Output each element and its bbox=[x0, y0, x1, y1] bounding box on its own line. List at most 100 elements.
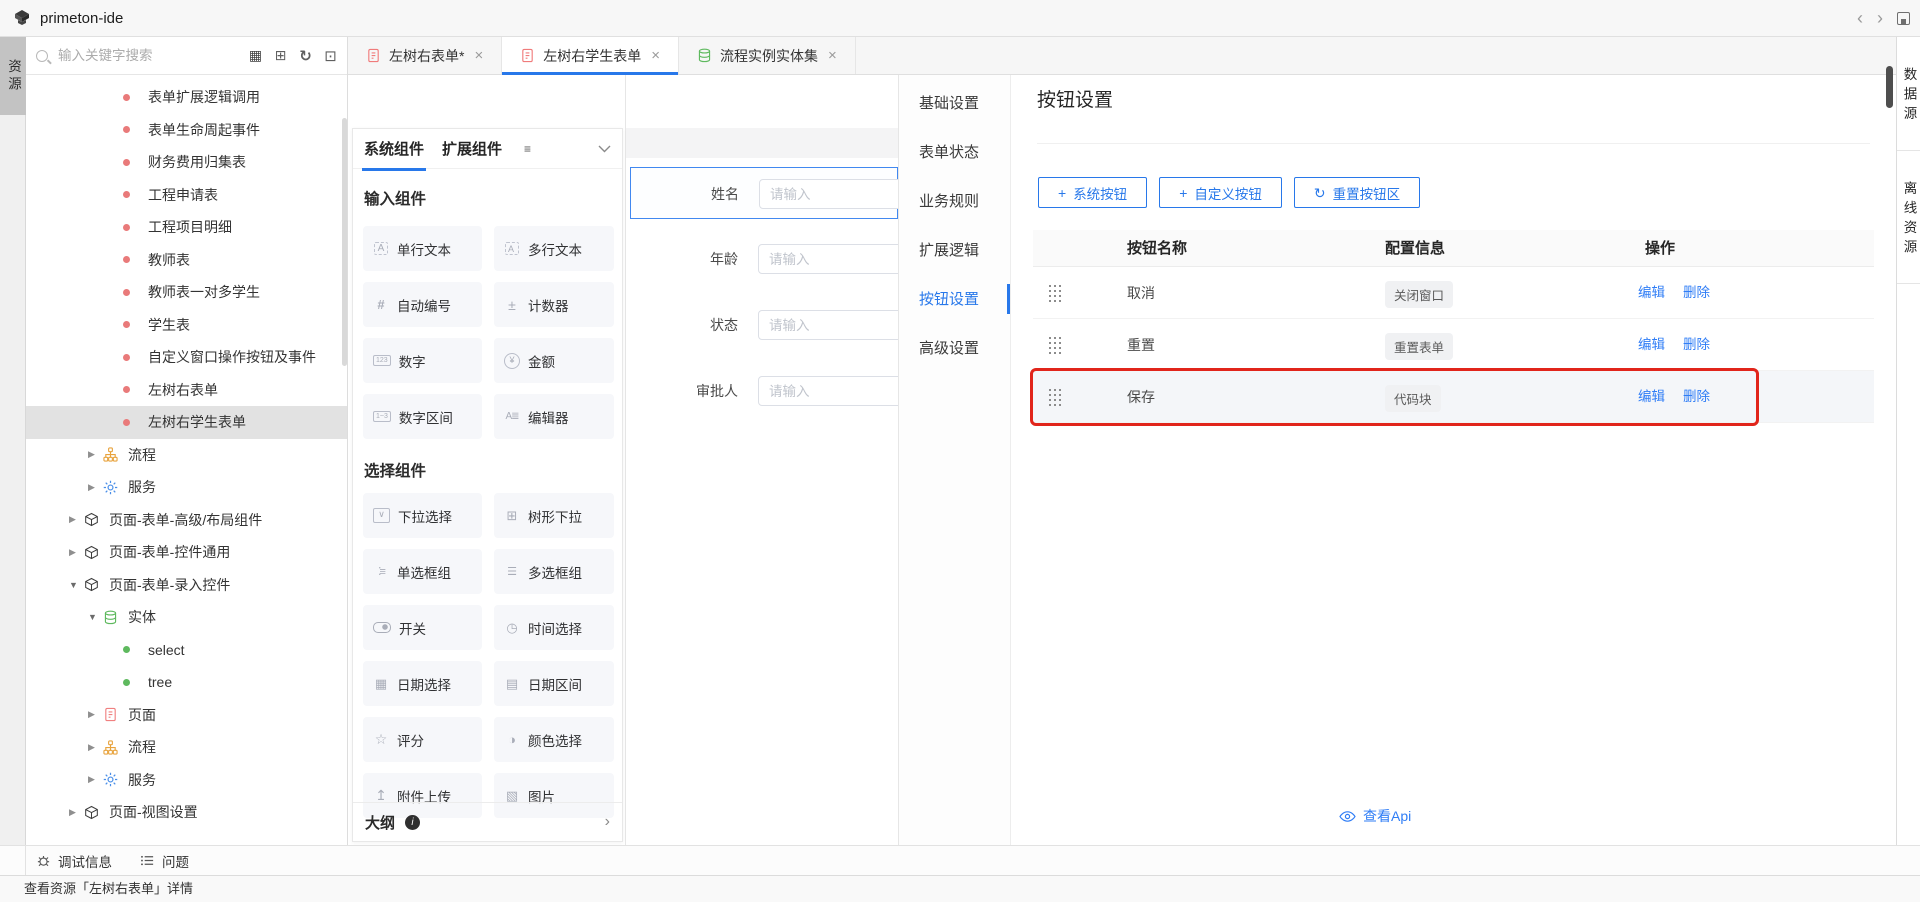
palette-component[interactable]: 下拉选择 bbox=[363, 493, 482, 538]
tree-item[interactable]: 流程 bbox=[26, 731, 347, 764]
palette-component[interactable]: 单选框组 bbox=[363, 549, 482, 594]
edit-link[interactable]: 编辑 bbox=[1638, 371, 1665, 423]
palette-component[interactable]: 数字 bbox=[363, 338, 482, 383]
close-tab-icon[interactable]: × bbox=[651, 47, 660, 64]
locate-file-icon[interactable] bbox=[247, 47, 264, 64]
tree-item[interactable]: 页面-表单-控件通用 bbox=[26, 536, 347, 569]
palette-component[interactable]: 日期选择 bbox=[363, 661, 482, 706]
field-input[interactable] bbox=[758, 244, 898, 274]
editor-tab[interactable]: 流程实例实体集 × bbox=[679, 37, 856, 74]
palette-tab-extension[interactable]: 扩展组件 bbox=[442, 138, 502, 159]
palette-component[interactable]: 自动编号 bbox=[363, 282, 482, 327]
action-button[interactable]: ↻ 重置按钮区 bbox=[1294, 177, 1420, 208]
tree-item[interactable]: 页面-视图设置 bbox=[26, 796, 347, 829]
form-field-row[interactable]: 年龄 bbox=[630, 233, 898, 285]
palette-component[interactable]: 树形下拉 bbox=[494, 493, 614, 538]
palette-component[interactable]: 多行文本 bbox=[494, 226, 614, 271]
bottom-bar-item[interactable]: 问题 bbox=[140, 851, 189, 871]
edit-link[interactable]: 编辑 bbox=[1638, 319, 1665, 371]
rail-tab-resources[interactable]: 资源 bbox=[0, 37, 26, 115]
palette-menu-icon[interactable]: ≡ bbox=[524, 142, 531, 156]
drag-handle-icon[interactable] bbox=[1049, 389, 1051, 391]
palette-component[interactable]: 开关 bbox=[363, 605, 482, 650]
form-field-row[interactable]: 姓名 bbox=[630, 167, 898, 219]
action-button[interactable]: + 自定义按钮 bbox=[1159, 177, 1282, 208]
delete-link[interactable]: 删除 bbox=[1683, 371, 1710, 423]
form-field-row[interactable]: 审批人 bbox=[630, 365, 898, 417]
form-field-row[interactable]: 状态 bbox=[630, 299, 898, 351]
drag-handle-icon[interactable] bbox=[1049, 337, 1051, 339]
nav-back-icon[interactable]: ‹ bbox=[1857, 0, 1863, 37]
caret-icon[interactable] bbox=[88, 742, 103, 753]
tree-scrollbar[interactable] bbox=[342, 118, 347, 366]
new-folder-icon[interactable] bbox=[272, 47, 289, 64]
right-rail-tab[interactable]: 数据源 bbox=[1897, 37, 1920, 151]
editor-tab[interactable]: 左树右表单* × bbox=[348, 37, 502, 74]
tree-item[interactable]: 实体 bbox=[26, 601, 347, 634]
palette-component[interactable]: 金额 bbox=[494, 338, 614, 383]
editor-tab[interactable]: 左树右学生表单 × bbox=[502, 37, 679, 74]
settings-nav-item[interactable]: 业务规则 bbox=[899, 177, 1010, 226]
tree-item[interactable]: 表单扩展逻辑调用 bbox=[26, 81, 347, 114]
tree-item[interactable]: 页面-表单-高级/布局组件 bbox=[26, 504, 347, 537]
outline-expand-icon[interactable]: › bbox=[605, 813, 610, 831]
tree-item[interactable]: 表单生命周起事件 bbox=[26, 114, 347, 147]
tree-item[interactable]: tree bbox=[26, 666, 347, 699]
tree-item[interactable]: 教师表 bbox=[26, 244, 347, 277]
palette-component[interactable]: 计数器 bbox=[494, 282, 614, 327]
palette-component[interactable]: 多选框组 bbox=[494, 549, 614, 594]
right-rail-tab[interactable]: 离线资源 bbox=[1897, 151, 1920, 284]
outline-bar[interactable]: 大纲 i › bbox=[353, 802, 622, 841]
tree-item[interactable]: 左树右表单 bbox=[26, 374, 347, 407]
tree-item[interactable]: 页面 bbox=[26, 699, 347, 732]
tree-item[interactable]: 自定义窗口操作按钮及事件 bbox=[26, 341, 347, 374]
palette-collapse-icon[interactable] bbox=[598, 140, 611, 158]
action-button[interactable]: + 系统按钮 bbox=[1038, 177, 1147, 208]
tree-item[interactable]: 流程 bbox=[26, 439, 347, 472]
scrollbar-thumb[interactable] bbox=[1886, 66, 1893, 108]
tree-item[interactable]: 左树右学生表单 bbox=[26, 406, 347, 439]
palette-tab-system[interactable]: 系统组件 bbox=[364, 138, 424, 159]
collapse-all-icon[interactable] bbox=[322, 47, 339, 64]
caret-icon[interactable] bbox=[88, 612, 103, 622]
delete-link[interactable]: 删除 bbox=[1683, 319, 1710, 371]
field-input[interactable] bbox=[758, 310, 898, 340]
settings-nav-item[interactable]: 按钮设置 bbox=[899, 275, 1010, 324]
tree-item[interactable]: 工程申请表 bbox=[26, 179, 347, 212]
caret-icon[interactable] bbox=[88, 774, 103, 785]
view-api-link[interactable]: 查看Api bbox=[1339, 806, 1469, 826]
close-tab-icon[interactable]: × bbox=[828, 47, 837, 64]
tree-item[interactable]: 服务 bbox=[26, 764, 347, 797]
tree-item[interactable]: 页面-表单-录入控件 bbox=[26, 569, 347, 602]
bottom-bar-item[interactable]: 调试信息 bbox=[36, 851, 112, 871]
caret-icon[interactable] bbox=[88, 449, 103, 460]
refresh-icon[interactable] bbox=[297, 47, 314, 64]
field-input[interactable] bbox=[758, 376, 898, 406]
drag-handle-icon[interactable] bbox=[1049, 285, 1051, 287]
settings-nav-item[interactable]: 基础设置 bbox=[899, 79, 1010, 128]
settings-nav-item[interactable]: 高级设置 bbox=[899, 324, 1010, 373]
palette-component[interactable]: 数字区间 bbox=[363, 394, 482, 439]
palette-component[interactable]: 单行文本 bbox=[363, 226, 482, 271]
settings-nav-item[interactable]: 扩展逻辑 bbox=[899, 226, 1010, 275]
caret-icon[interactable] bbox=[69, 807, 84, 818]
tree-item[interactable]: 财务费用归集表 bbox=[26, 146, 347, 179]
palette-component[interactable]: 颜色选择 bbox=[494, 717, 614, 762]
tree-item[interactable]: select bbox=[26, 634, 347, 667]
caret-icon[interactable] bbox=[69, 514, 84, 525]
tree-item[interactable]: 教师表一对多学生 bbox=[26, 276, 347, 309]
search-input[interactable] bbox=[56, 47, 206, 64]
palette-component[interactable]: 编辑器 bbox=[494, 394, 614, 439]
caret-icon[interactable] bbox=[69, 547, 84, 558]
delete-link[interactable]: 删除 bbox=[1683, 267, 1710, 319]
settings-nav-item[interactable]: 表单状态 bbox=[899, 128, 1010, 177]
caret-icon[interactable] bbox=[69, 580, 84, 590]
close-tab-icon[interactable]: × bbox=[474, 47, 483, 64]
edit-link[interactable]: 编辑 bbox=[1638, 267, 1665, 319]
caret-icon[interactable] bbox=[88, 482, 103, 493]
caret-icon[interactable] bbox=[88, 709, 103, 720]
nav-forward-icon[interactable]: › bbox=[1877, 0, 1883, 37]
save-layout-icon[interactable] bbox=[1897, 12, 1910, 25]
tree-item[interactable]: 工程项目明细 bbox=[26, 211, 347, 244]
field-input[interactable] bbox=[759, 179, 898, 209]
